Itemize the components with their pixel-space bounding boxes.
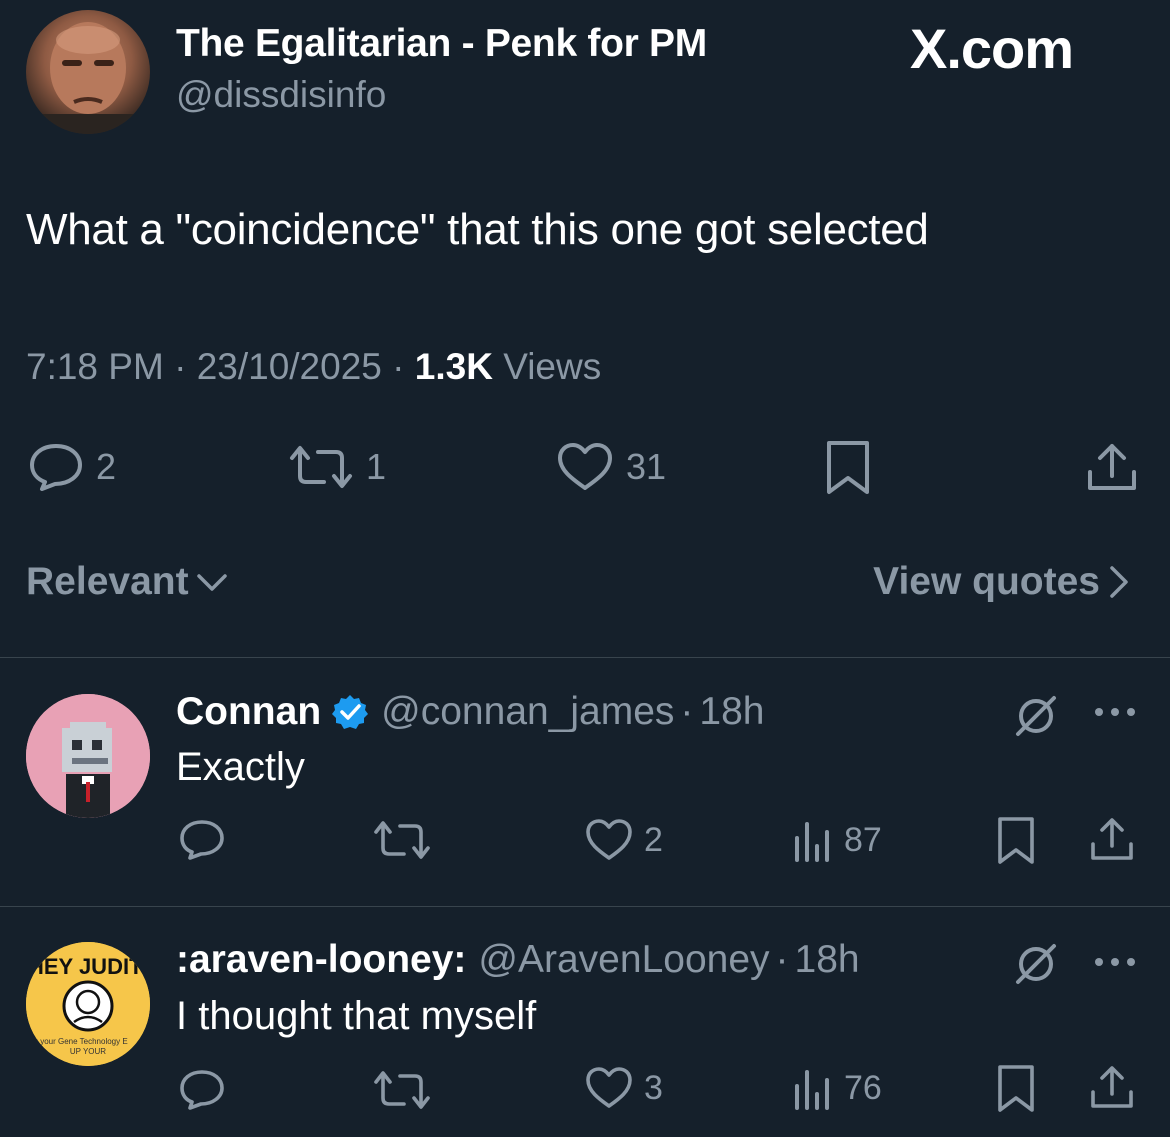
reply-time[interactable]: 18h [795,938,860,982]
views-button[interactable]: 87 [792,818,882,862]
reply-icon [178,818,226,862]
more-options-button[interactable] [1092,702,1138,722]
more-icon [1092,702,1138,722]
like-count: 31 [626,446,667,487]
heart-icon [584,1066,634,1110]
reply-text: Exactly [176,745,305,789]
analytics-icon [792,818,834,862]
bookmark-button[interactable] [824,440,872,496]
like-button[interactable]: 2 [584,818,663,862]
reply-header: :araven-looney: @AravenLooney · 18h [176,938,860,982]
repost-count: 1 [366,446,387,487]
meta-separator: · [775,938,789,981]
reply-button[interactable] [178,818,226,862]
divider [0,906,1170,907]
reply-avatar[interactable]: HEY JUDITH ck your Gene Technology E UP … [26,942,150,1066]
bookmark-icon [824,440,872,496]
reply-button[interactable] [178,1068,226,1112]
share-button[interactable] [1084,440,1140,496]
chevron-right-icon [1108,564,1130,600]
reply-count: 2 [96,446,117,487]
sort-label: Relevant [26,560,189,603]
repost-icon [288,442,354,492]
grok-button[interactable] [1012,942,1060,986]
repost-button[interactable] [372,818,432,862]
bookmark-button[interactable] [996,816,1036,866]
avatar-subtext-2: UP YOUR [70,1047,106,1056]
more-options-button[interactable] [1092,952,1138,972]
bookmark-button[interactable] [996,1064,1036,1114]
bookmark-icon [996,1064,1036,1114]
more-icon [1092,952,1138,972]
reply-icon [28,442,84,492]
views-count: 87 [844,820,882,859]
brand-watermark: X.com [910,17,1074,80]
views-label: Views [503,346,602,387]
meta-separator: · [392,346,415,387]
like-button[interactable]: 31 [556,442,666,492]
meta-separator: · [174,346,197,387]
heart-icon [556,442,614,492]
share-button[interactable] [1088,816,1136,864]
tweet-time[interactable]: 7:18 PM [26,346,164,387]
reply-author-handle[interactable]: @AravenLooney [478,938,769,982]
reply-time[interactable]: 18h [699,690,764,734]
repost-icon [372,818,432,862]
repost-button[interactable] [372,1068,432,1112]
sort-dropdown[interactable]: Relevant [26,560,229,604]
share-icon [1088,816,1136,864]
like-count: 2 [644,820,663,859]
like-count: 3 [644,1068,663,1107]
grok-icon [1012,942,1060,986]
reply-button[interactable]: 2 [28,442,116,492]
reply-header: Connan @connan_james · 18h [176,690,765,734]
author-display-name[interactable]: The Egalitarian - Penk for PM [176,22,707,66]
tweet-date[interactable]: 23/10/2025 [197,346,382,387]
like-button[interactable]: 3 [584,1066,663,1110]
profile-avatar[interactable] [26,10,150,134]
tweet-meta: 7:18 PM · 23/10/2025 · 1.3K Views [26,346,601,388]
share-icon [1088,1064,1136,1112]
views-button[interactable]: 76 [792,1066,882,1110]
reply-author-name[interactable]: :araven-looney: [176,938,466,982]
reply-avatar[interactable] [26,694,150,818]
share-button[interactable] [1088,1064,1136,1112]
reply-author-name[interactable]: Connan [176,690,321,734]
share-icon [1084,440,1140,496]
heart-icon [584,818,634,862]
author-handle[interactable]: @dissdisinfo [176,74,386,116]
views-count: 1.3K [414,346,493,387]
meta-separator: · [680,690,694,733]
repost-icon [372,1068,432,1112]
bookmark-icon [996,816,1036,866]
verified-badge-icon [331,693,369,731]
divider [0,657,1170,658]
chevron-down-icon [195,570,229,594]
view-quotes-link[interactable]: View quotes [873,560,1130,604]
avatar-text: HEY JUDITH [28,954,150,979]
avatar-subtext: ck your Gene Technology E [30,1037,128,1046]
reply-icon [178,1068,226,1112]
analytics-icon [792,1066,834,1110]
view-quotes-label: View quotes [873,560,1100,603]
tweet-text: What a "coincidence" that this one got s… [26,205,929,254]
repost-button[interactable]: 1 [288,442,386,492]
grok-button[interactable] [1012,694,1060,738]
grok-icon [1012,694,1060,738]
views-count: 76 [844,1068,882,1107]
reply-text: I thought that myself [176,994,537,1038]
reply-author-handle[interactable]: @connan_james [381,690,674,734]
